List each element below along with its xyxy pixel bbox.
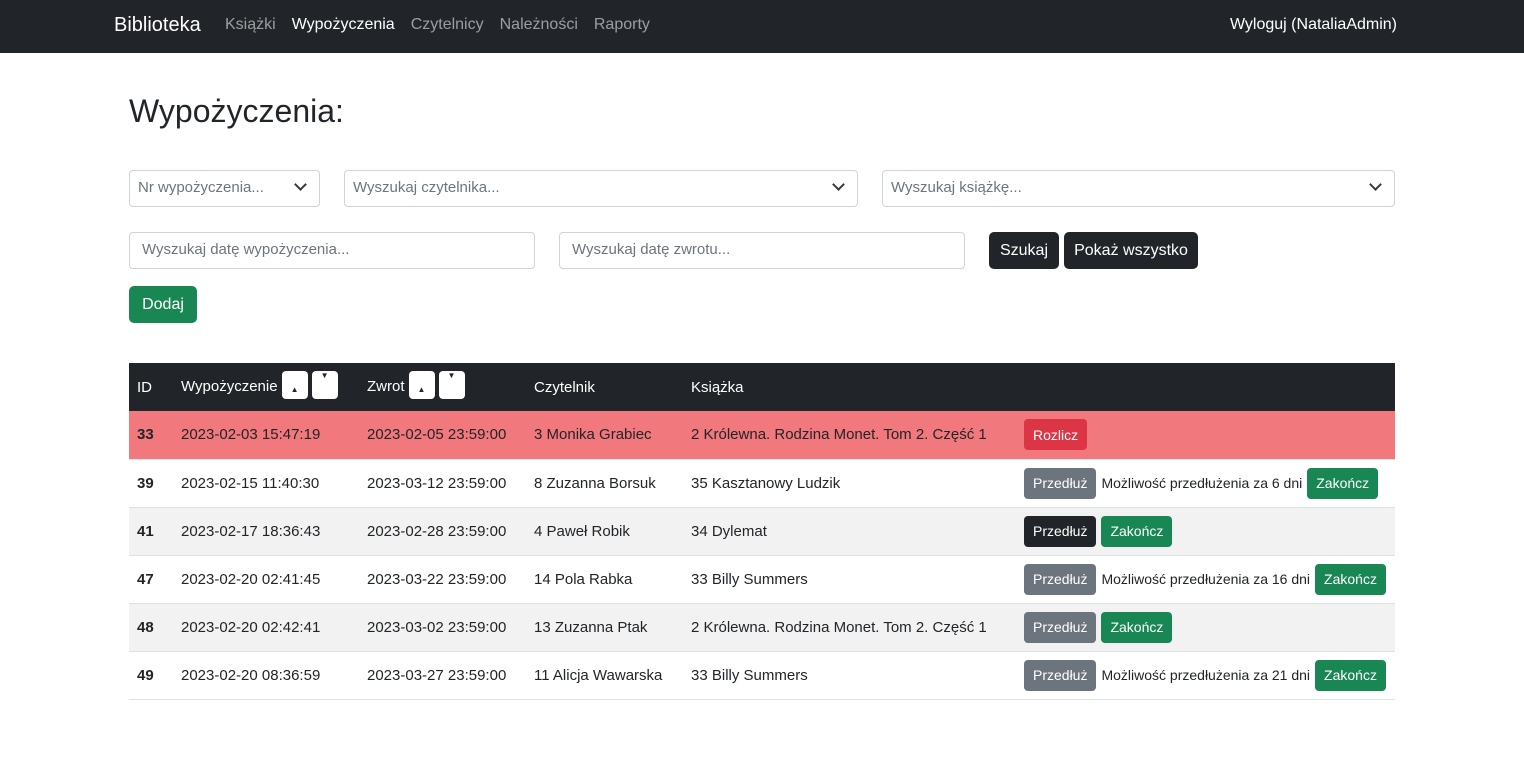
cell-loan-date: 2023-02-17 18:36:43 [173, 507, 359, 556]
cell-book: 34 Dylemat [683, 507, 1016, 556]
extend-note: Możliwość przedłużenia za 6 dni [1101, 475, 1303, 491]
cell-book: 2 Królewna. Rodzina Monet. Tom 2. Część … [683, 411, 1016, 460]
cell-reader: 4 Paweł Robik [526, 507, 683, 556]
cell-actions: Przedłuż Możliwość przedłużenia za 6 dni… [1016, 459, 1395, 508]
cell-return-date: 2023-03-12 23:59:00 [359, 459, 526, 508]
cell-loan-date: 2023-02-15 11:40:30 [173, 459, 359, 508]
cell-id: 47 [129, 555, 173, 604]
extend-note: Możliwość przedłużenia za 16 dni [1101, 571, 1311, 587]
return-date-input[interactable]: Wyszukaj datę zwrotu... [559, 232, 965, 269]
table-row: 39 2023-02-15 11:40:30 2023-03-12 23:59:… [129, 459, 1395, 508]
table-row: 48 2023-02-20 02:42:41 2023-03-02 23:59:… [129, 603, 1395, 652]
brand-logo[interactable]: Biblioteka [114, 14, 201, 37]
sort-desc-icon[interactable]: ▼ [438, 371, 465, 399]
cell-return-date: 2023-02-28 23:59:00 [359, 507, 526, 556]
reader-search-select[interactable]: Wyszukaj czytelnika... [344, 170, 858, 207]
col-id-header: ID [137, 378, 152, 396]
cell-reader: 13 Zuzanna Ptak [526, 603, 683, 652]
cell-reader: 8 Zuzanna Borsuk [526, 459, 683, 508]
cell-book: 33 Billy Summers [683, 651, 1016, 700]
cell-loan-date: 2023-02-03 15:47:19 [173, 411, 359, 460]
search-button[interactable]: Szukaj [989, 232, 1059, 269]
col-book-header: Książka [691, 378, 744, 396]
loan-date-placeholder: Wyszukaj datę wypożyczenia... [142, 241, 350, 258]
table-row: 49 2023-02-20 08:36:59 2023-03-27 23:59:… [129, 651, 1395, 700]
cell-actions: Przedłuż Możliwość przedłużenia za 21 dn… [1016, 651, 1395, 700]
loans-table: ID Wypożyczenie ▲▼ Zwrot ▲▼ Czytelnik Ksią… [129, 363, 1395, 700]
cell-reader: 11 Alicja Wawarska [526, 651, 683, 700]
loan-number-placeholder: Nr wypożyczenia... [138, 179, 264, 196]
col-loan-label: Wypożyczenie [181, 377, 278, 395]
cell-loan-date: 2023-02-20 02:42:41 [173, 603, 359, 652]
finish-button[interactable]: Zakończ [1315, 563, 1386, 595]
table-row: 47 2023-02-20 02:41:45 2023-03-22 23:59:… [129, 555, 1395, 604]
cell-return-date: 2023-03-02 23:59:00 [359, 603, 526, 652]
nav-link-books[interactable]: Książki [225, 16, 276, 34]
cell-id: 49 [129, 651, 173, 700]
loan-date-input[interactable]: Wyszukaj datę wypożyczenia... [129, 232, 535, 269]
nav-link-reports[interactable]: Raporty [594, 16, 650, 34]
cell-id: 39 [129, 459, 173, 508]
cell-book: 33 Billy Summers [683, 555, 1016, 604]
extend-button[interactable]: Przedłuż [1024, 563, 1097, 595]
extend-button[interactable]: Przedłuż [1024, 659, 1097, 691]
finish-button[interactable]: Zakończ [1101, 515, 1173, 547]
cell-reader: 14 Pola Rabka [526, 555, 683, 604]
cell-loan-date: 2023-02-20 08:36:59 [173, 651, 359, 700]
cell-return-date: 2023-03-27 23:59:00 [359, 651, 526, 700]
cell-book: 35 Kasztanowy Ludzik [683, 459, 1016, 508]
extend-button[interactable]: Przedłuż [1024, 515, 1097, 547]
cell-actions: Przedłuż Zakończ [1016, 603, 1395, 652]
col-loan-header: Wypożyczenie ▲▼ [173, 363, 359, 411]
table-row: 41 2023-02-17 18:36:43 2023-02-28 23:59:… [129, 507, 1395, 556]
cell-return-date: 2023-03-22 23:59:00 [359, 555, 526, 604]
extend-button[interactable]: Przedłuż [1024, 467, 1097, 499]
book-search-select[interactable]: Wyszukaj książkę... [882, 170, 1395, 207]
return-date-placeholder: Wyszukaj datę zwrotu... [572, 241, 731, 258]
cell-actions: Rozlicz [1016, 411, 1395, 460]
cell-loan-date: 2023-02-20 02:41:45 [173, 555, 359, 604]
nav-link-loans[interactable]: Wypożyczenia [292, 16, 395, 34]
finish-button[interactable]: Zakończ [1307, 467, 1379, 499]
chevron-down-icon [1369, 178, 1382, 191]
nav-link-fees[interactable]: Należności [500, 16, 578, 34]
cell-id: 41 [129, 507, 173, 556]
finish-button[interactable]: Zakończ [1315, 659, 1386, 691]
sort-desc-icon[interactable]: ▼ [311, 371, 338, 399]
col-actions-header [1016, 363, 1395, 411]
extend-button[interactable]: Przedłuż [1024, 611, 1097, 643]
col-reader-header: Czytelnik [534, 378, 595, 396]
chevron-down-icon [832, 178, 845, 191]
finish-button[interactable]: Zakończ [1101, 611, 1173, 643]
col-return-header: Zwrot ▲▼ [359, 363, 526, 411]
reader-search-placeholder: Wyszukaj czytelnika... [353, 179, 500, 196]
cell-reader: 3 Monika Grabiec [526, 411, 683, 460]
cell-book: 2 Królewna. Rodzina Monet. Tom 2. Część … [683, 603, 1016, 652]
cell-actions: Przedłuż Zakończ [1016, 507, 1395, 556]
extend-note: Możliwość przedłużenia za 21 dni [1101, 667, 1311, 683]
sort-asc-icon[interactable]: ▲ [408, 371, 435, 399]
top-navbar: Biblioteka Książki Wypożyczenia Czytelni… [0, 0, 1524, 53]
add-loan-button[interactable]: Dodaj [129, 286, 197, 323]
cell-id: 48 [129, 603, 173, 652]
loan-number-select[interactable]: Nr wypożyczenia... [129, 170, 320, 207]
table-row: 33 2023-02-03 15:47:19 2023-02-05 23:59:… [129, 411, 1395, 460]
chevron-down-icon [294, 178, 307, 191]
cell-id: 33 [129, 411, 173, 460]
logout-link[interactable]: Wyloguj (NataliaAdmin) [1230, 16, 1397, 34]
cell-actions: Przedłuż Możliwość przedłużenia za 16 dn… [1016, 555, 1395, 604]
nav-links: Książki Wypożyczenia Czytelnicy Należnoś… [225, 16, 650, 34]
nav-link-readers[interactable]: Czytelnicy [411, 16, 484, 34]
cell-return-date: 2023-02-05 23:59:00 [359, 411, 526, 460]
show-all-button[interactable]: Pokaż wszystko [1064, 232, 1198, 269]
page-title: Wypożyczenia: [129, 93, 344, 129]
table-header-row: ID Wypożyczenie ▲▼ Zwrot ▲▼ Czytelnik Ksią… [129, 363, 1395, 411]
sort-asc-icon[interactable]: ▲ [281, 371, 308, 399]
col-return-label: Zwrot [367, 377, 405, 395]
book-search-placeholder: Wyszukaj książkę... [891, 179, 1022, 196]
settle-button[interactable]: Rozlicz [1024, 419, 1088, 451]
